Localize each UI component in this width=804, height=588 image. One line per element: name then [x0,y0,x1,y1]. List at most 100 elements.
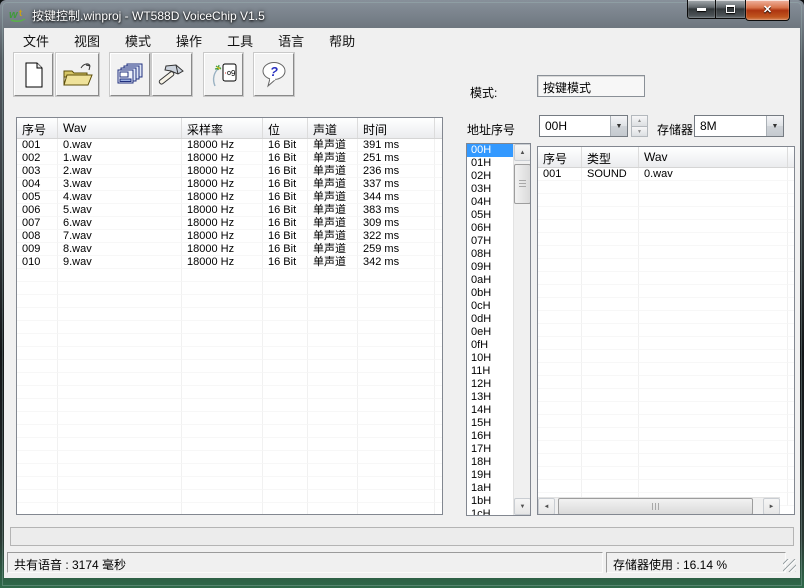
table-cell [639,389,788,402]
column-header[interactable]: 位 [263,118,308,138]
address-list-item[interactable]: 02H [467,170,513,183]
memory-combobox[interactable]: 8M ▼ [694,115,784,137]
table-cell: 236 ms [358,165,435,178]
download-chip-button[interactable]: 9 [204,53,243,96]
address-list-item[interactable]: 09H [467,261,513,274]
minimize-button[interactable] [687,0,716,19]
column-header[interactable]: 序号 [17,118,58,138]
address-list-item[interactable]: 16H [467,430,513,443]
address-list-item[interactable]: 07H [467,235,513,248]
table-row [17,347,442,360]
column-header[interactable]: 声道 [308,118,358,138]
address-list-item[interactable]: 08H [467,248,513,261]
address-list-item[interactable]: 04H [467,196,513,209]
table-cell [182,295,263,308]
address-combobox[interactable]: 00H ▼ [539,115,628,137]
table-cell [358,438,435,451]
table-cell [582,246,639,259]
column-header[interactable]: 采样率 [182,118,263,138]
table-cell [17,425,58,438]
table-row[interactable]: 0043.wav18000 Hz16 Bit单声道337 ms [17,178,442,191]
table-row[interactable]: 0054.wav18000 Hz16 Bit单声道344 ms [17,191,442,204]
address-list-item[interactable]: 13H [467,391,513,404]
scrollbar-thumb[interactable] [514,164,531,204]
table-cell [639,272,788,285]
resize-grip[interactable] [783,559,796,572]
titlebar[interactable]: w t 按键控制.winproj - WT588D VoiceChip V1.5… [0,0,804,28]
scroll-right-icon[interactable]: ► [763,498,780,515]
batch-load-button[interactable] [110,53,150,96]
help-button[interactable]: ? [254,53,294,96]
address-list-item[interactable]: 12H [467,378,513,391]
address-list-item[interactable]: 0cH [467,300,513,313]
scroll-up-icon[interactable]: ▲ [514,144,531,161]
table-row[interactable]: 0076.wav18000 Hz16 Bit单声道309 ms [17,217,442,230]
address-list-item[interactable]: 1cH [467,508,513,516]
address-list-item[interactable]: 0aH [467,274,513,287]
chevron-down-icon[interactable]: ▼ [766,116,783,136]
table-row[interactable]: 001SOUND0.wav [538,168,794,181]
build-button[interactable] [152,53,192,96]
table-row[interactable]: 0087.wav18000 Hz16 Bit单声道322 ms [17,230,442,243]
address-list-item[interactable]: 06H [467,222,513,235]
new-file-button[interactable] [14,53,53,96]
address-list-item[interactable]: 1aH [467,482,513,495]
column-header[interactable]: Wav [639,147,788,167]
table-cell-filler [435,451,442,464]
address-list-item[interactable]: 19H [467,469,513,482]
address-list-item[interactable]: 10H [467,352,513,365]
spinner-down-icon[interactable]: ▼ [631,126,648,137]
close-button[interactable]: ✕ [745,0,790,21]
address-list-item[interactable]: 1bH [467,495,513,508]
address-list-scrollbar[interactable]: ▲ ▼ [513,144,530,515]
column-header[interactable]: 时间 [358,118,435,138]
address-stepper[interactable]: ▲ ▼ [631,115,648,137]
table-cell [639,311,788,324]
menu-help[interactable]: 帮助 [324,29,360,52]
address-list-item[interactable]: 0dH [467,313,513,326]
address-list-item[interactable]: 17H [467,443,513,456]
table-cell [639,285,788,298]
address-list-item[interactable]: 18H [467,456,513,469]
address-list-item[interactable]: 0eH [467,326,513,339]
column-header[interactable]: 类型 [582,147,639,167]
address-list-item[interactable]: 0bH [467,287,513,300]
address-list-item[interactable]: 00H [467,144,513,157]
address-list-item[interactable]: 01H [467,157,513,170]
address-listbox[interactable]: 00H01H02H03H04H05H06H07H08H09H0aH0bH0cH0… [466,143,531,516]
address-list-item[interactable]: 11H [467,365,513,378]
table-row[interactable]: 0098.wav18000 Hz16 Bit单声道259 ms [17,243,442,256]
table-row[interactable]: 0010.wav18000 Hz16 Bit单声道391 ms [17,139,442,152]
table-cell [58,490,182,503]
address-list-item[interactable]: 0fH [467,339,513,352]
chevron-down-icon[interactable]: ▼ [610,116,627,136]
address-list-item[interactable]: 03H [467,183,513,196]
scroll-left-icon[interactable]: ◄ [538,498,555,515]
table-cell [358,373,435,386]
address-list-item[interactable]: 15H [467,417,513,430]
table-cell: 003 [17,165,58,178]
address-list-item[interactable]: 14H [467,404,513,417]
table-cell [582,220,639,233]
table-row[interactable]: 0065.wav18000 Hz16 Bit单声道383 ms [17,204,442,217]
maximize-button[interactable] [716,0,745,19]
table-row [17,295,442,308]
table-row[interactable]: 0021.wav18000 Hz16 Bit单声道251 ms [17,152,442,165]
menu-file[interactable]: 文件 [18,29,54,52]
menu-language[interactable]: 语言 [273,29,309,52]
menu-view[interactable]: 视图 [69,29,105,52]
menu-tools[interactable]: 工具 [222,29,258,52]
open-project-button[interactable] [56,53,99,96]
scroll-down-icon[interactable]: ▼ [514,498,531,515]
address-table-hscrollbar[interactable]: ◄ ► [538,497,780,514]
column-header[interactable]: Wav [58,118,182,138]
scrollbar-thumb[interactable] [558,498,753,515]
address-list-item[interactable]: 05H [467,209,513,222]
spinner-up-icon[interactable]: ▲ [631,115,648,126]
table-cell [263,347,308,360]
table-row[interactable]: 0032.wav18000 Hz16 Bit单声道236 ms [17,165,442,178]
table-row[interactable]: 0109.wav18000 Hz16 Bit单声道342 ms [17,256,442,269]
menu-mode[interactable]: 模式 [120,29,156,52]
column-header[interactable]: 序号 [538,147,582,167]
menu-operation[interactable]: 操作 [171,29,207,52]
